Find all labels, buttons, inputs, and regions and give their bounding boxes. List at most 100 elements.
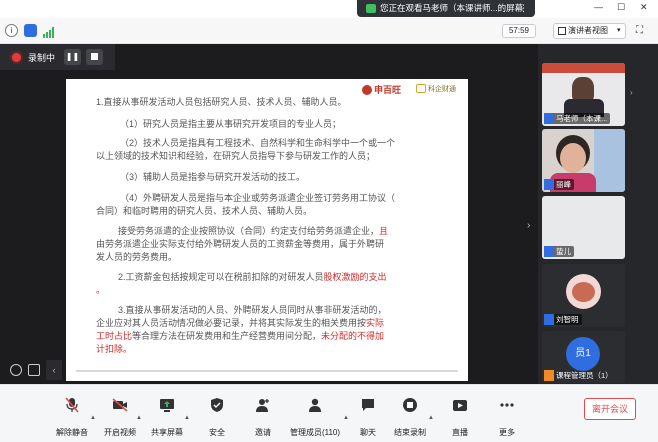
more-button[interactable]: 更多 — [487, 385, 527, 442]
meeting-timer: 57:59 — [502, 24, 536, 38]
participant-tile[interactable]: 蛰儿 — [542, 196, 625, 259]
stop-recording-label: 结束录制 — [394, 428, 426, 437]
slide-paragraph: 由劳务派遣企业实际支付给外聘研发人员的工资薪金等费用，属于外聘研 — [96, 239, 385, 249]
share-options-caret[interactable]: ▲ — [184, 415, 190, 421]
info-icon[interactable]: i — [5, 24, 18, 37]
leave-meeting-button[interactable]: 离开会议 — [584, 398, 636, 420]
close-button[interactable]: ✕ — [640, 2, 648, 13]
add-user-icon — [255, 397, 271, 413]
live-stream-icon — [452, 397, 468, 413]
camera-off-icon — [112, 397, 128, 413]
slide-paragraph: 工时占比等合理方法在研发费用和生产经营费用间分配，未分配的不得加 — [96, 331, 385, 341]
participant-name: 丽峰 — [544, 179, 574, 190]
bottom-left-controls — [8, 362, 44, 378]
stop-recording-toolbar-button[interactable]: 结束录制 — [390, 385, 430, 442]
audio-options-caret[interactable]: ▲ — [90, 415, 96, 421]
chat-button[interactable]: 聊天 — [348, 385, 388, 442]
pause-recording-button[interactable]: ❚❚ — [64, 49, 81, 65]
participant-name: 课程管理员（1） — [544, 370, 616, 381]
slide-paragraph: 合同）和临时聘用的研究人员、技术人员、辅助人员。 — [96, 206, 313, 216]
notice-more-icon[interactable]: ⋮ — [519, 0, 528, 17]
signal-strength-icon[interactable] — [43, 25, 55, 38]
slide-paragraph: 2.工资薪金包括按规定可以在税前扣除的对研发人员股权激励的支出 — [118, 272, 387, 282]
chat-label: 聊天 — [360, 428, 376, 437]
emoji-icon[interactable] — [10, 364, 22, 376]
slide-paragraph: （3）辅助人员是指参与研究开发活动的技工。 — [120, 172, 306, 182]
start-video-label: 开启视频 — [104, 428, 136, 437]
bottom-toolbar: 解除静音 ▲ 开启视频 ▲ 共享屏幕 ▲ 安全 邀请 管理成员(110) ▲ 聊 — [0, 384, 658, 442]
participant-tile[interactable]: 员1 课程管理员（1） — [542, 331, 625, 383]
participant-avatar: 员1 — [566, 337, 600, 371]
participant-tile[interactable]: 丽峰 — [542, 129, 625, 192]
slide-paragraph: 计扣除。 — [96, 344, 133, 354]
share-screen-button[interactable]: 共享屏幕 — [145, 385, 189, 442]
manage-participants-label: 管理成员(110) — [289, 428, 341, 437]
view-selector-label: 演讲者视图 — [568, 26, 608, 35]
participant-name: 刘智明 — [544, 314, 582, 325]
slide-paragraph: 1.直接从事研发活动人员包括研究人员、技术人员、辅助人员。 — [96, 97, 347, 107]
stop-icon — [91, 53, 98, 60]
panel-expand-arrow[interactable]: › — [630, 88, 633, 97]
annotation-icon[interactable] — [28, 364, 40, 376]
start-video-button[interactable]: 开启视频 — [98, 385, 142, 442]
live-stream-button[interactable]: 直播 — [440, 385, 480, 442]
presentation-slide: 申百旺 科企财通 1.直接从事研发活动人员包括研究人员、技术人员、辅助人员。 （… — [66, 79, 468, 381]
security-shield-icon[interactable] — [24, 24, 37, 37]
live-stream-label: 直播 — [452, 428, 468, 437]
avatar-figure — [572, 282, 595, 302]
unmute-button[interactable]: 解除静音 — [50, 385, 94, 442]
slide-paragraph: 发人员的劳务费用。 — [96, 252, 178, 262]
expand-right-arrow[interactable]: › — [527, 220, 530, 231]
shield-icon — [209, 397, 225, 413]
background-window — [594, 129, 625, 192]
title-bar: 您正在观看马老师（本课讲师...的屏幕 ⋮ — ☐ ✕ — [0, 0, 658, 18]
screen-share-notice: 您正在观看马老师（本课讲师...的屏幕 ⋮ — [357, 0, 535, 17]
participant-tile[interactable]: 刘智明 — [542, 264, 625, 327]
video-options-caret[interactable]: ▲ — [136, 415, 142, 421]
logo-keqicaitong: 科企财通 — [416, 84, 456, 94]
share-indicator-icon — [366, 4, 376, 13]
shenbaiwang-logo-icon — [362, 85, 372, 95]
meeting-info-bar: i 57:59 演讲者视图 ▾ ⛶ — [0, 18, 658, 44]
recording-dot-icon — [12, 53, 21, 62]
slide-paragraph: 以上领域的技术知识和经验，在研究人员指导下参与研发工作的人员； — [96, 151, 376, 161]
collapse-left-arrow[interactable]: ‹ — [46, 360, 62, 380]
logo-shenbaiwang: 申百旺 — [362, 83, 401, 96]
slide-divider — [76, 370, 458, 372]
slide-paragraph: （4）外聘研发人员是指与本企业或劳务派遣企业签订劳务用工协议（ — [120, 193, 396, 203]
slide-paragraph: 接受劳务派遣的企业按照协议（合同）约定支付给劳务派遣企业，且 — [118, 226, 389, 236]
keqicaitong-logo-icon — [416, 84, 426, 93]
record-stop-icon — [402, 397, 418, 413]
security-button[interactable]: 安全 — [197, 385, 237, 442]
share-screen-label: 共享屏幕 — [151, 428, 183, 437]
participant-face — [560, 143, 586, 173]
invite-label: 邀请 — [255, 428, 271, 437]
slide-paragraph: 企业应对其人员活动情况做必要记录，并将其实际发生的相关费用按实际 — [96, 318, 385, 328]
fullscreen-icon[interactable]: ⛶ — [636, 25, 643, 36]
unmute-label: 解除静音 — [56, 428, 88, 437]
user-icon — [544, 179, 554, 190]
banner-stripe — [542, 63, 625, 73]
participants-icon — [307, 397, 323, 413]
slide-paragraph: 3.直接从事研发活动的人员、外聘研发人员同时从事非研发活动的， — [118, 305, 387, 315]
chevron-down-icon: ▾ — [617, 27, 621, 34]
maximize-button[interactable]: ☐ — [617, 2, 625, 13]
meeting-window: 您正在观看马老师（本课讲师...的屏幕 ⋮ — ☐ ✕ i 57:59 演讲者视… — [0, 0, 658, 442]
view-selector[interactable]: 演讲者视图 ▾ — [553, 23, 626, 39]
participant-name: 马老师（本课... — [544, 113, 611, 124]
manage-participants-button[interactable]: 管理成员(110) — [287, 385, 343, 442]
slide-paragraph: （1）研究人员是指主要从事研究开发项目的专业人员； — [120, 119, 342, 129]
participant-name: 蛰儿 — [544, 246, 574, 257]
security-label: 安全 — [209, 428, 225, 437]
invite-button[interactable]: 邀请 — [243, 385, 283, 442]
user-icon — [544, 246, 554, 257]
participant-tile[interactable]: 马老师（本课... — [542, 63, 625, 126]
minimize-button[interactable]: — — [594, 2, 603, 12]
screen-share-notice-text: 您正在观看马老师（本课讲师...的屏幕 — [380, 3, 524, 13]
grid-icon — [558, 27, 566, 35]
share-screen-icon — [159, 397, 175, 413]
mic-muted-icon — [64, 397, 80, 413]
record-options-caret[interactable]: ▲ — [428, 415, 434, 421]
recording-bar: 录制中 ❚❚ — [0, 44, 115, 70]
stop-recording-button[interactable] — [86, 49, 103, 65]
